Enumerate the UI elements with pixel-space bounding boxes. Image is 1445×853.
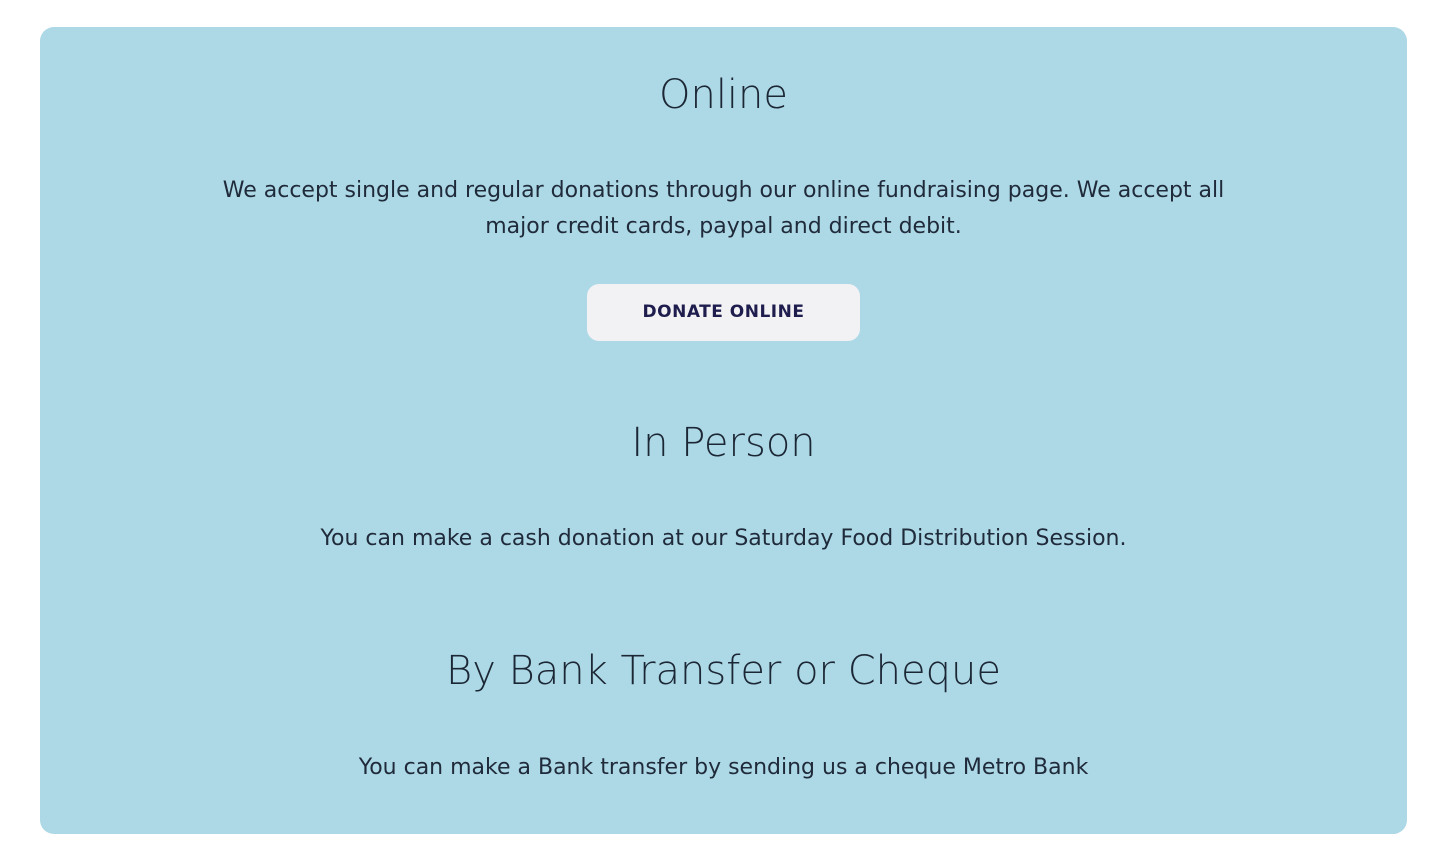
donation-methods-panel: Online We accept single and regular dona… — [40, 27, 1407, 834]
donate-online-button[interactable]: DONATE ONLINE — [587, 284, 860, 341]
online-heading: Online — [658, 72, 789, 118]
bank-transfer-heading: By Bank Transfer or Cheque — [446, 648, 1001, 694]
in-person-heading: In Person — [631, 420, 816, 466]
in-person-description: You can make a cash donation at our Satu… — [320, 526, 1127, 551]
online-description: We accept single and regular donations t… — [222, 178, 1225, 239]
bank-transfer-description: You can make a Bank transfer by sending … — [358, 755, 1089, 780]
